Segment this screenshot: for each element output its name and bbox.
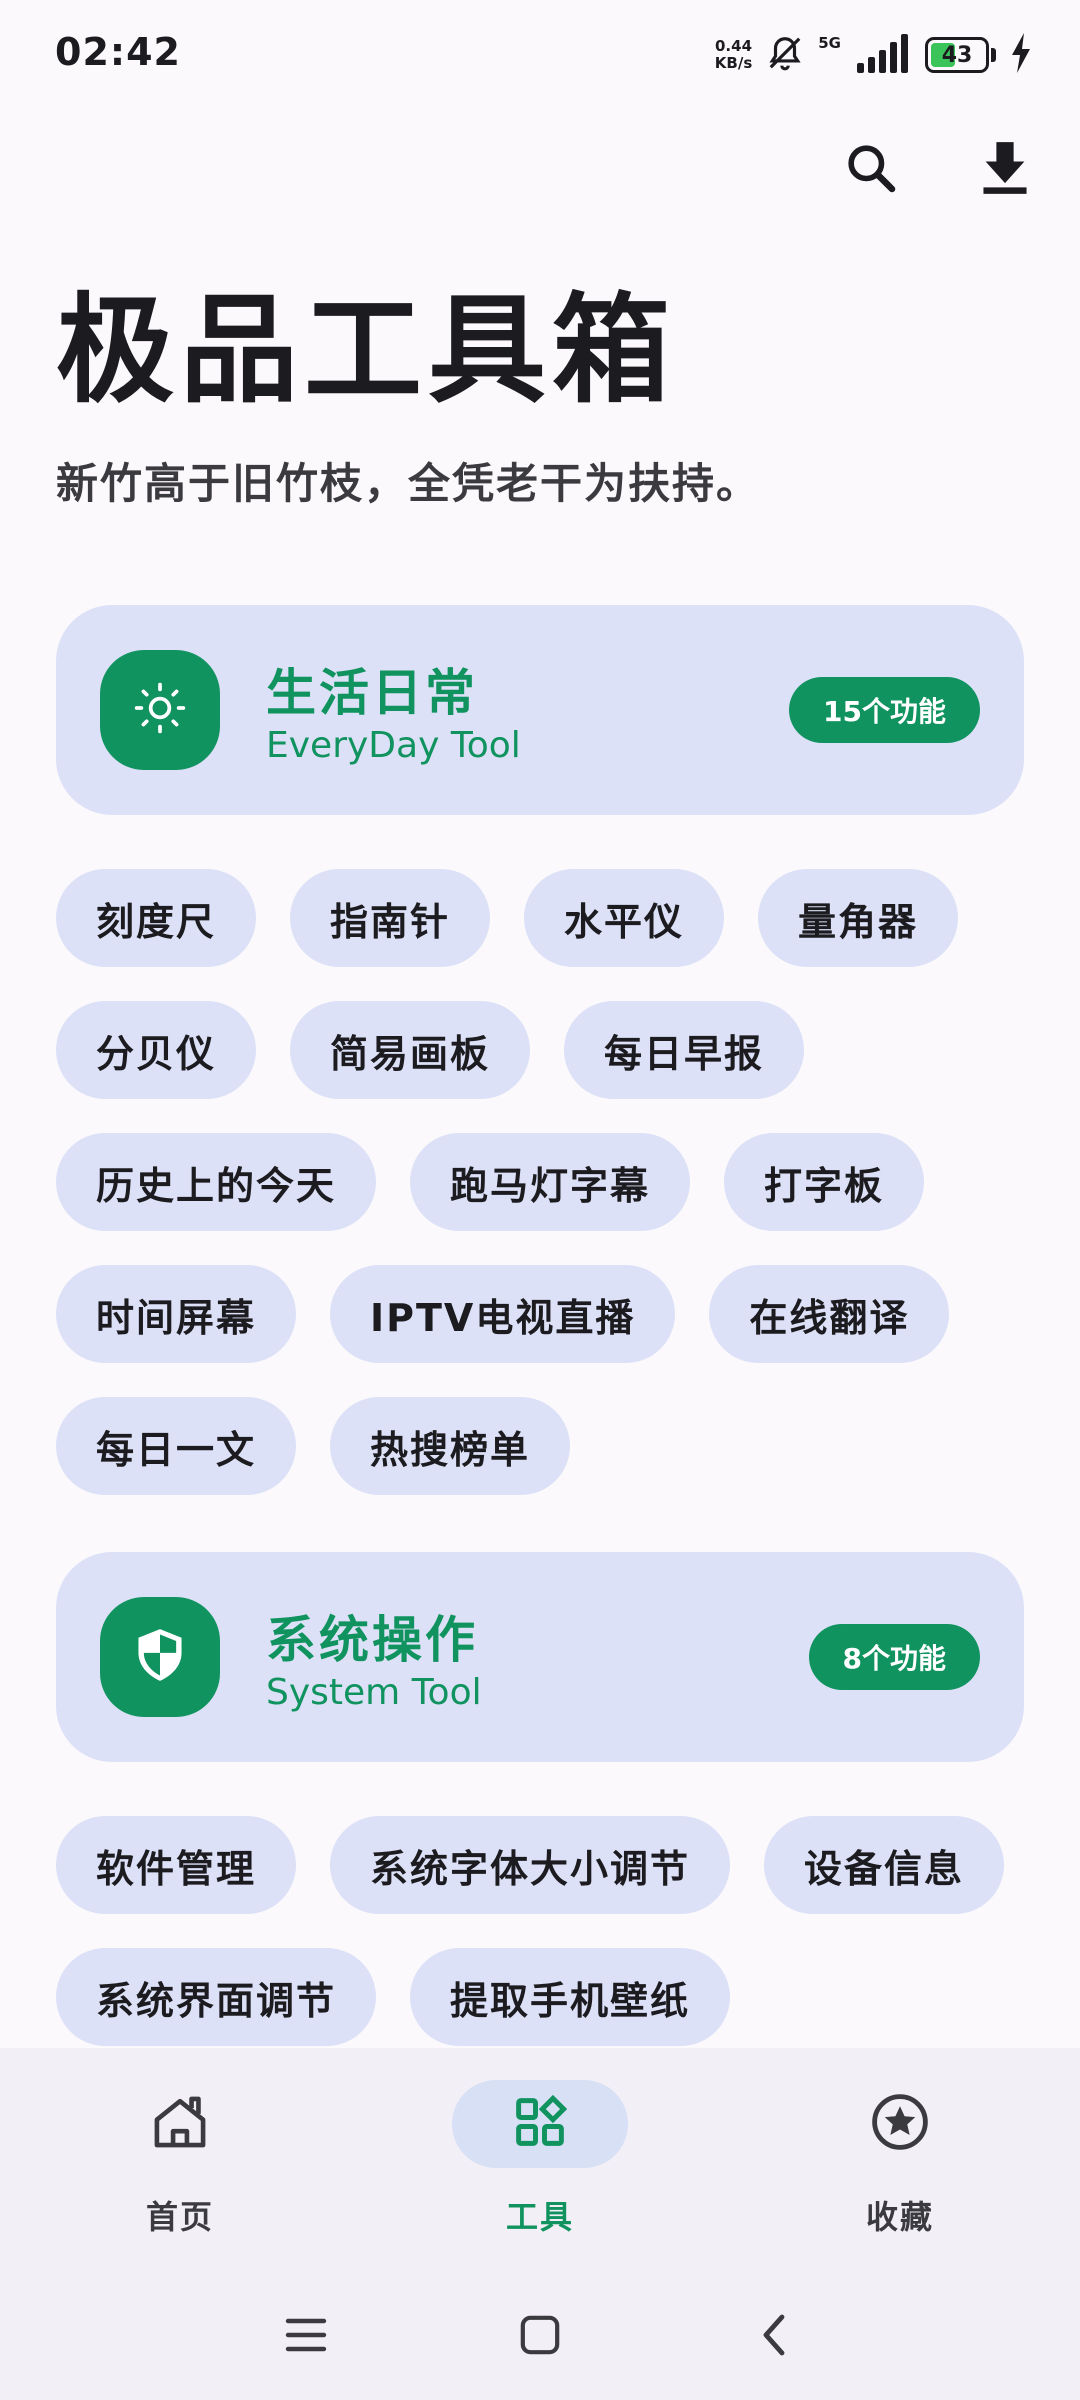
nav-icon-container <box>812 2080 988 2168</box>
nav-label: 收藏 <box>865 2198 934 2236</box>
top-actions <box>836 130 1040 210</box>
download-button[interactable] <box>970 130 1040 210</box>
tool-chip[interactable]: 系统界面调节 <box>56 1948 377 2046</box>
home-system-button[interactable] <box>500 2302 580 2372</box>
tool-chip[interactable]: 分贝仪 <box>56 1001 257 1099</box>
back-button[interactable] <box>734 2302 814 2372</box>
recent-apps-button[interactable] <box>266 2302 346 2372</box>
square-icon <box>519 2314 561 2360</box>
home-icon <box>150 2094 210 2154</box>
tool-chip[interactable]: 软件管理 <box>56 1816 297 1914</box>
nav-label: 工具 <box>505 2198 574 2236</box>
page-title: 极品工具箱 <box>56 281 677 419</box>
tool-chip[interactable]: 时间屏幕 <box>56 1265 297 1363</box>
tool-chip[interactable]: 刻度尺 <box>56 869 257 967</box>
search-button[interactable] <box>836 130 906 210</box>
charging-icon <box>1010 33 1032 77</box>
tool-chip[interactable]: 系统字体大小调节 <box>330 1816 731 1914</box>
category-card-system[interactable]: 系统操作 System Tool 8个功能 <box>56 1552 1024 1762</box>
signal-icon <box>855 33 911 77</box>
category-icon-badge <box>100 650 220 770</box>
status-bar: 02:42 0.44 KB/s 5G 43 <box>0 0 1080 110</box>
menu-icon <box>284 2315 328 2359</box>
tool-chip[interactable]: 提取手机壁纸 <box>410 1948 731 2046</box>
network-speed-unit: KB/s <box>714 54 753 72</box>
battery-level: 43 <box>941 42 973 68</box>
nav-item-favorites[interactable]: 收藏 <box>780 2080 1020 2280</box>
nav-item-tools[interactable]: 工具 <box>420 2080 660 2280</box>
star-icon <box>871 2093 929 2155</box>
tool-chip[interactable]: 每日一文 <box>56 1397 297 1495</box>
network-type: 5G <box>818 34 841 52</box>
system-navigation-bar <box>0 2280 1080 2390</box>
battery-cap <box>991 48 996 62</box>
tool-chip[interactable]: 量角器 <box>758 869 959 967</box>
category-card-everyday[interactable]: 生活日常 EveryDay Tool 15个功能 <box>56 605 1024 815</box>
nav-label: 首页 <box>145 2198 214 2236</box>
status-time: 02:42 <box>55 30 181 74</box>
tool-chip-group-system: 软件管理 系统字体大小调节 设备信息 系统界面调节 提取手机壁纸 <box>56 1816 1036 2046</box>
battery-indicator: 43 <box>925 37 989 73</box>
category-title: 生活日常 <box>266 664 478 722</box>
status-icons: 0.44 KB/s 5G 43 <box>715 30 1032 80</box>
shield-icon <box>134 1627 186 1687</box>
tool-chip[interactable]: 设备信息 <box>764 1816 1005 1914</box>
tool-chip[interactable]: 热搜榜单 <box>330 1397 571 1495</box>
category-subtitle: EveryDay Tool <box>266 725 521 766</box>
chevron-left-icon <box>759 2313 789 2361</box>
network-speed: 0.44 KB/s <box>715 38 752 72</box>
tool-chip[interactable]: 水平仪 <box>524 869 725 967</box>
tool-chip[interactable]: 在线翻译 <box>709 1265 950 1363</box>
feature-count-badge: 8个功能 <box>808 1624 980 1690</box>
tool-chip[interactable]: 跑马灯字幕 <box>410 1133 691 1231</box>
feature-count-badge: 15个功能 <box>789 677 980 743</box>
sun-icon <box>132 680 188 740</box>
tool-chip[interactable]: IPTV电视直播 <box>330 1265 676 1363</box>
bell-off-icon <box>766 34 804 76</box>
nav-icon-container-active <box>452 2080 628 2168</box>
grid-icon <box>513 2094 568 2153</box>
page-subtitle: 新竹高于旧竹枝，全凭老干为扶持。 <box>56 459 761 508</box>
tool-chip[interactable]: 历史上的今天 <box>56 1133 377 1231</box>
nav-icon-container <box>92 2080 268 2168</box>
category-icon-badge <box>100 1597 220 1717</box>
tool-chip-group-everyday: 刻度尺 指南针 水平仪 量角器 分贝仪 简易画板 每日早报 历史上的今天 跑马灯… <box>56 869 1036 1495</box>
tool-chip[interactable]: 打字板 <box>724 1133 925 1231</box>
nav-item-home[interactable]: 首页 <box>60 2080 300 2280</box>
bottom-navigation: 首页 工具 收藏 <box>0 2048 1080 2400</box>
network-speed-value: 0.44 <box>715 37 753 55</box>
search-icon <box>843 140 899 200</box>
category-title: 系统操作 <box>266 1611 478 1669</box>
category-subtitle: System Tool <box>266 1672 482 1713</box>
tool-chip[interactable]: 指南针 <box>290 869 491 967</box>
tool-chip[interactable]: 简易画板 <box>290 1001 531 1099</box>
download-icon <box>979 140 1031 200</box>
tool-chip[interactable]: 每日早报 <box>564 1001 805 1099</box>
